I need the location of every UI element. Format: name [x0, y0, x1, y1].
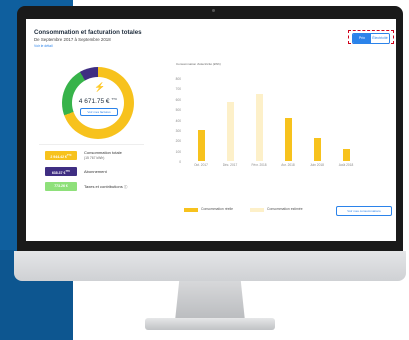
- bar-real[interactable]: [313, 138, 321, 161]
- y-tick-label: 700: [175, 87, 181, 92]
- x-tick-label: Août 2018: [338, 163, 354, 167]
- monitor-stand-neck: [175, 281, 245, 321]
- bar-estimated[interactable]: [255, 93, 263, 161]
- x-tick-label: Juin 2018: [310, 163, 324, 167]
- x-tick-label: Avr. 2018: [281, 163, 295, 167]
- subscription-pill: 638.37 €TTC: [45, 167, 77, 176]
- y-tick-label: 100: [175, 149, 181, 154]
- x-tick-label: Oct. 2017: [194, 163, 208, 167]
- x-tick-label: Févr. 2018: [251, 163, 267, 167]
- toggle-prix[interactable]: Prix: [353, 34, 371, 43]
- legend-label-real: Consommation réelle: [201, 207, 234, 211]
- y-axis-title: Consommation d'électricité (kWh): [176, 62, 221, 66]
- price-energy-toggle[interactable]: Prix Électricité: [352, 33, 390, 44]
- bar-estimated[interactable]: [226, 101, 234, 161]
- y-tick-label: 300: [175, 128, 181, 133]
- page-title: Consommation et facturation totales: [34, 29, 142, 36]
- consumption-label: Consommation totale (15 767 kWh): [84, 150, 122, 160]
- monitor-stand-foot: [145, 318, 275, 330]
- y-tick-label: 0: [179, 160, 181, 164]
- consumption-pill: 2 944.42 €TTC: [45, 151, 77, 160]
- divider: [39, 144, 144, 145]
- page-subtitle: De Septembre 2017 à Septembre 2018: [34, 37, 111, 42]
- bar-real[interactable]: [284, 118, 292, 161]
- subscription-label: Abonnement: [84, 169, 107, 174]
- bar-real[interactable]: [342, 148, 350, 161]
- y-tick-label: 400: [175, 118, 181, 123]
- detail-link[interactable]: Voir le détail: [34, 44, 52, 48]
- taxes-pill: 773.26 €: [45, 182, 77, 191]
- monitor-chin: [14, 251, 406, 281]
- taxes-label: Taxes et contributions ⓘ: [84, 184, 128, 189]
- legend-label-estimated: Consommation estimée: [267, 207, 303, 211]
- total-amount: 4 671.75 € TTC: [78, 97, 118, 106]
- y-tick-label: 800: [175, 77, 181, 81]
- view-consumption-button[interactable]: Voir mes consommations: [336, 206, 392, 216]
- legend-swatch-real: [184, 208, 198, 212]
- monitor-screen: Consommation et facturation totales De S…: [26, 19, 396, 241]
- y-tick-label: 500: [175, 108, 181, 113]
- y-tick-label: 600: [175, 97, 181, 102]
- info-icon[interactable]: ⓘ: [124, 185, 128, 189]
- invoices-button[interactable]: Voir mes factures: [80, 108, 118, 116]
- bar-real[interactable]: [197, 129, 205, 161]
- lightning-icon: ⚡: [94, 82, 106, 92]
- legend-swatch-estimated: [250, 208, 264, 212]
- camera-dot: [212, 9, 215, 12]
- toggle-electricite[interactable]: Électricité: [371, 34, 389, 43]
- x-tick-label: Déc. 2017: [222, 163, 238, 167]
- y-tick-label: 200: [175, 139, 181, 144]
